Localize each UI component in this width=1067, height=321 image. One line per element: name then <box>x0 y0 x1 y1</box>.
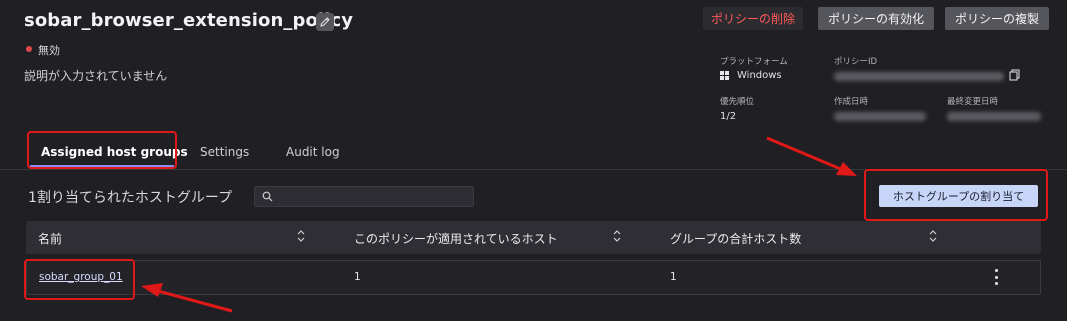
annotation-arrows <box>141 136 857 313</box>
